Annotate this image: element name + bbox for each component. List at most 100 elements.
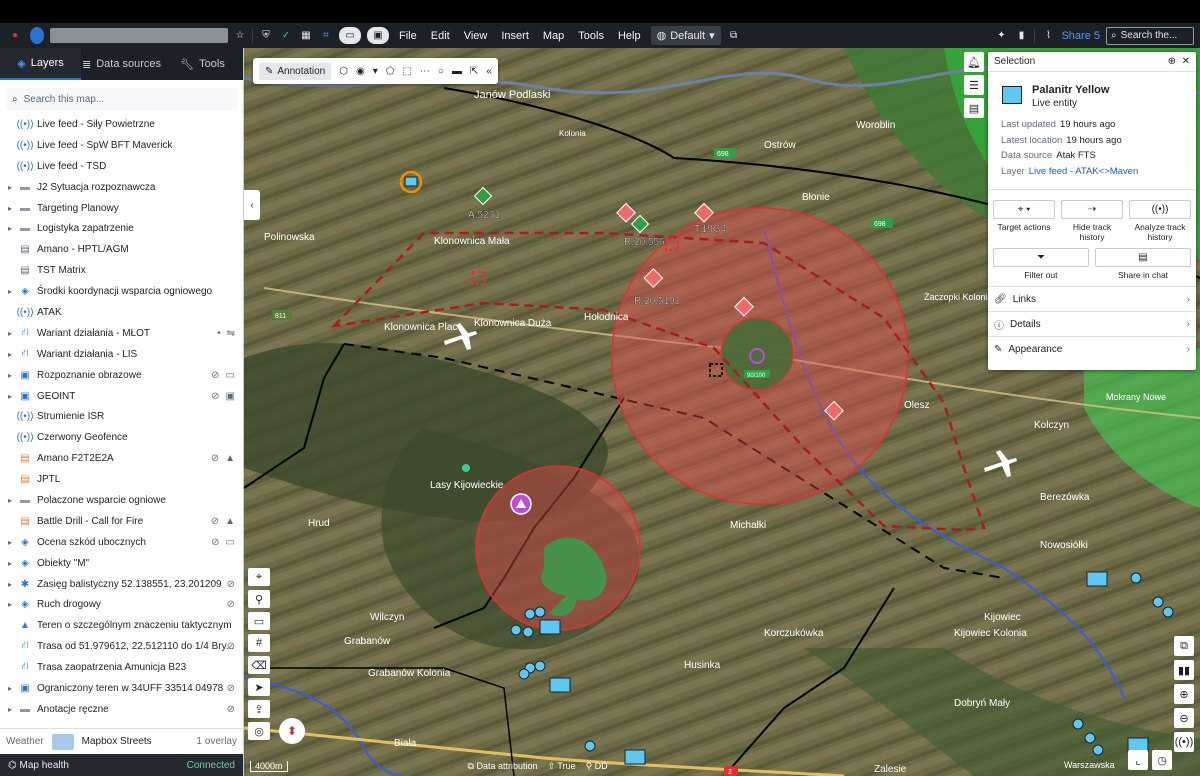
layer-style-icon[interactable]: ▭ [226, 537, 235, 548]
menu-file[interactable]: File [395, 30, 421, 42]
caret-right-icon[interactable]: ▸ [8, 538, 18, 547]
caret-right-icon[interactable]: ▸ [8, 559, 18, 568]
eraser-icon[interactable]: ⌫ [248, 656, 270, 674]
layer-item[interactable]: ▸ ▣ Rozpoznanie obrazowe ⊘ ▭ [0, 365, 243, 386]
comment-icon[interactable]: ▤ [964, 98, 984, 118]
menu-view[interactable]: View [460, 30, 492, 42]
coord-format-toggle[interactable]: ⚲ DD [586, 761, 608, 772]
chart-icon[interactable]: ⌞ [1128, 750, 1148, 770]
data-attribution-link[interactable]: ⧉ Data attribution [468, 761, 538, 772]
layer-style-icon[interactable]: ▣ [226, 391, 235, 402]
collapse-toolbar-icon[interactable]: « [486, 66, 492, 77]
rectangle-tool-icon[interactable]: ⬚ [402, 66, 411, 77]
analyze-track-history-button[interactable]: ((•)) Analyze track history [1129, 200, 1191, 242]
layer-style-icon[interactable]: ▭ [226, 370, 235, 381]
caret-right-icon[interactable]: ▸ [8, 705, 18, 714]
signal-icon[interactable]: ((•)) [1174, 732, 1194, 752]
layer-item[interactable]: ▤ Amano - HPTL/AGM [0, 239, 243, 260]
list-icon[interactable]: ☰ [964, 75, 984, 95]
visibility-toggle-icon[interactable]: ⊘ [227, 579, 235, 590]
layer-item[interactable]: ▤ Amano F2T2E2A ⊘ ▲ [0, 448, 243, 469]
chat-icon[interactable]: ▭ [339, 27, 361, 44]
layer-item[interactable]: ▸ ▬ Logistyka zapatrzenie [0, 218, 243, 239]
visibility-toggle-icon[interactable]: ⊘ [211, 453, 219, 464]
layer-item[interactable]: ▸ ▬ Polaczone wsparcie ogniowe [0, 490, 243, 511]
visibility-toggle-icon[interactable]: ⊘ [211, 391, 219, 402]
zoom-in-icon[interactable]: ⊕ [1174, 684, 1194, 704]
timer-icon[interactable]: ◷ [1152, 750, 1172, 770]
layer-item[interactable]: ((•)) Live feed - SpW BFT Maverick [0, 135, 243, 156]
send-icon[interactable]: ➤ [248, 678, 270, 696]
caret-right-icon[interactable]: ▸ [8, 329, 18, 338]
collapse-panel-button[interactable]: ‹ [244, 190, 260, 220]
shield-icon[interactable]: ⛨ [259, 27, 273, 44]
share-in-chat-button[interactable]: ▤ Share in chat [1095, 248, 1191, 280]
layer-item[interactable]: ((•)) ATAK [0, 302, 243, 323]
tab-tools[interactable]: 🔧︎ Tools [162, 48, 243, 80]
layer-item[interactable]: ▸ ▣ GEOINT ⊘ ▣ [0, 386, 243, 407]
layer-item[interactable]: ((•)) Live feed - TSD [0, 156, 243, 177]
visibility-toggle-icon[interactable]: ⊘ [211, 370, 219, 381]
links-row[interactable]: 🔗︎ Links › [988, 286, 1196, 311]
share-button[interactable]: Share 5 [1061, 30, 1100, 42]
visibility-toggle-icon[interactable]: ⊘ [227, 683, 235, 694]
stats-icon[interactable]: ▮▮ [1174, 660, 1194, 680]
cube-icon[interactable]: ⬡ [339, 66, 348, 77]
pin-icon[interactable]: ⚲ [248, 590, 270, 608]
layer-item[interactable]: ▤ TST Matrix [0, 260, 243, 281]
layer-item[interactable]: ⛙ Trasa zaopatrzenia Amunicja B23 [0, 657, 243, 678]
caret-right-icon[interactable]: ▸ [8, 224, 18, 233]
caret-right-icon[interactable]: ▸ [8, 350, 18, 359]
caret-right-icon[interactable]: ▸ [8, 392, 18, 401]
visibility-toggle-icon[interactable]: ⊘ [211, 537, 219, 548]
visibility-toggle-icon[interactable]: • [217, 328, 221, 339]
inner-ring[interactable] [720, 317, 794, 391]
pulse-icon[interactable]: ⌇ [1041, 27, 1055, 44]
menu-edit[interactable]: Edit [427, 30, 454, 42]
circle-tool-icon[interactable]: ○ [438, 66, 444, 77]
zoom-out-icon[interactable]: ⊖ [1174, 708, 1194, 728]
caret-right-icon[interactable]: ▸ [8, 600, 18, 609]
layer-item[interactable]: ▸ ▬ Anotacje ręczne ⊘ [0, 699, 243, 720]
layer-item[interactable]: ▸ ◈ Obiekty "M" [0, 553, 243, 574]
filter-out-button[interactable]: ⏷ Filter out [993, 248, 1089, 280]
layer-item[interactable]: ▸ ◈ Środki koordynacji wsparcia ogniowego [0, 281, 243, 302]
check-icon[interactable]: ✓ [279, 27, 293, 44]
details-row[interactable]: ⓘ Details › [988, 311, 1196, 336]
layer-item[interactable]: ▲ Teren o szczególnym znaczeniu taktyczny… [0, 615, 243, 636]
appearance-row[interactable]: ✎ Appearance › [988, 336, 1196, 361]
layer-link[interactable]: Live feed - ATAK<>Maven [1029, 166, 1139, 182]
basemap-thumbnail[interactable] [51, 733, 74, 750]
layer-item[interactable]: ▸ ◈ Ruch drogowy ⊘ [0, 594, 243, 615]
caret-right-icon[interactable]: ▸ [8, 183, 18, 192]
bell-icon[interactable]: 🔔︎ [964, 52, 984, 72]
layer-item[interactable]: ▸ ▣ Ograniczony teren w 34UFF 33514 04978 ⊘ [0, 678, 243, 699]
grid-icon[interactable]: # [248, 634, 270, 652]
close-icon[interactable]: ✕ [1182, 56, 1190, 67]
target-icon[interactable]: ⊕ [1168, 56, 1176, 67]
overlay-count[interactable]: 1 overlay [196, 736, 237, 747]
menu-tools[interactable]: Tools [574, 30, 608, 42]
message-icon[interactable]: ▣ [367, 27, 389, 44]
layer-item[interactable]: ▤ JPTL [0, 469, 243, 490]
upload-icon[interactable]: ⇪ [248, 700, 270, 718]
basemap-label[interactable]: Mapbox Streets [82, 736, 152, 747]
camera-icon[interactable]: ◎ [248, 722, 270, 740]
layer-item[interactable]: ((•)) Live feed - Siły Powietrzne [0, 114, 243, 135]
caret-right-icon[interactable]: ▸ [8, 287, 18, 296]
visibility-toggle-icon[interactable]: ⊘ [227, 641, 235, 652]
menu-insert[interactable]: Insert [497, 30, 533, 42]
layer-item[interactable]: ((•)) Strumienie ISR [0, 406, 243, 427]
star-icon[interactable]: ☆ [234, 27, 246, 44]
target-actions-button[interactable]: ⌖ ▾ Target actions [993, 200, 1055, 242]
compass-icon[interactable]: ⬍ [279, 718, 305, 744]
visibility-toggle-icon[interactable]: ⊘ [227, 704, 235, 715]
export-icon[interactable]: ⇱ [470, 66, 478, 77]
layer-style-icon[interactable]: ▲ [225, 453, 235, 464]
layer-item[interactable]: ▸ ▬ Targeting Planowy [0, 198, 243, 219]
layer-item[interactable]: ▸ ◈ Ocena szkód ubocznych ⊘ ▭ [0, 532, 243, 553]
pill-tool-icon[interactable]: ▬ [452, 66, 462, 77]
layer-item[interactable]: ▸ ✱ Zasięg balistyczny 52.138551, 23.20120… [0, 574, 243, 595]
cluster-icon[interactable]: ⌗ [319, 27, 333, 44]
north-toggle[interactable]: ⇧ True [548, 761, 576, 772]
